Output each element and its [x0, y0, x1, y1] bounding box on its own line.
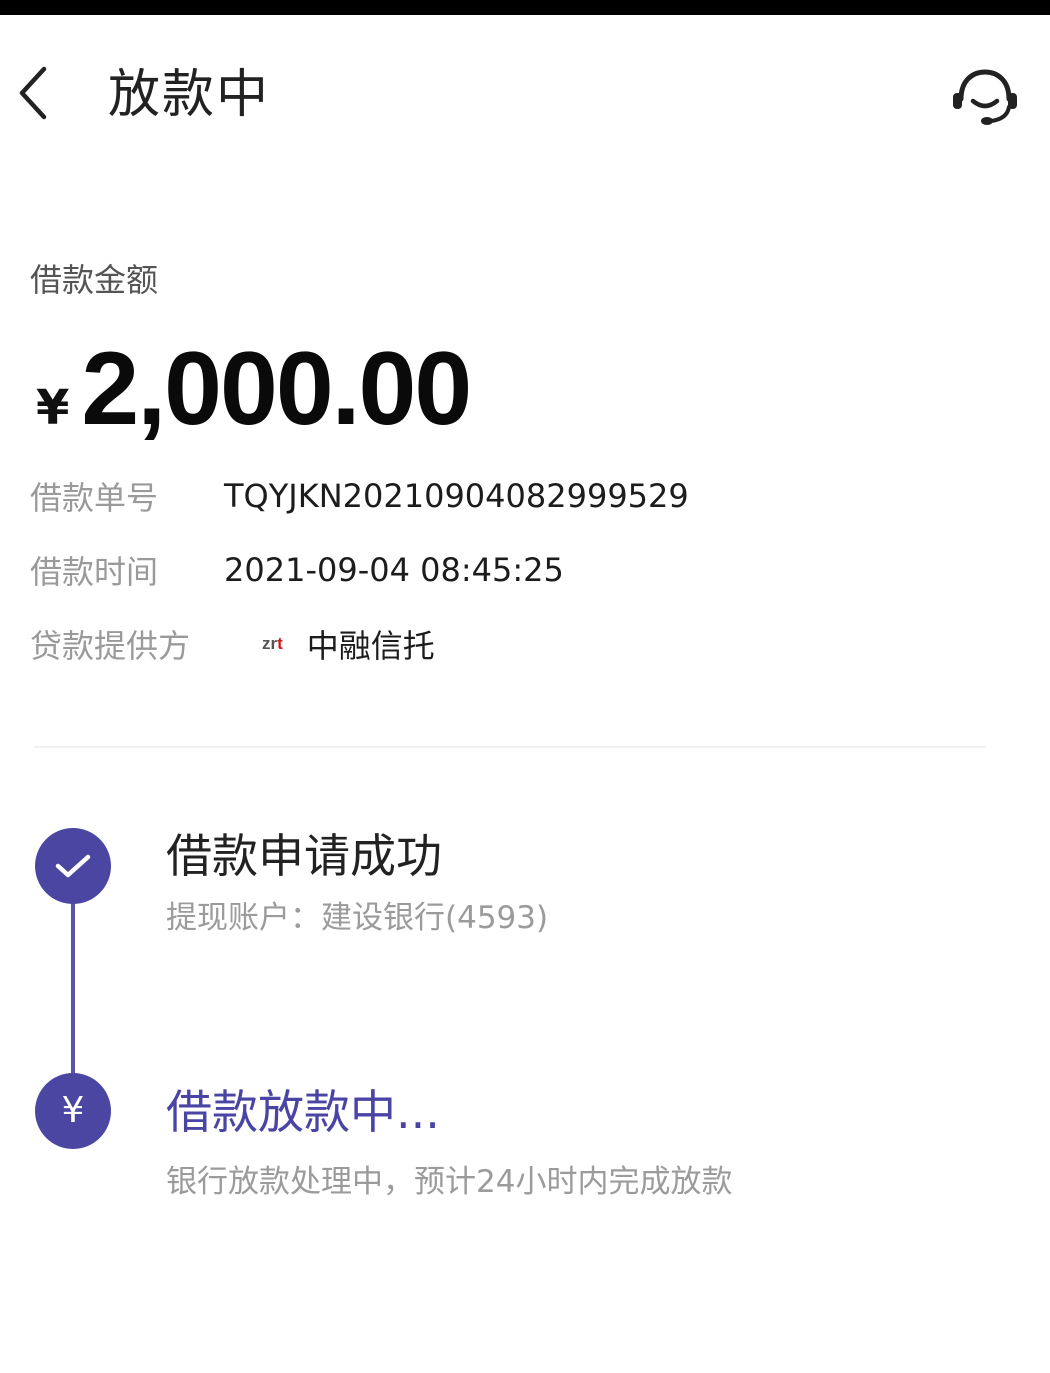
yen-icon: ¥: [61, 1090, 85, 1131]
headset-icon: [953, 69, 1017, 125]
check-icon: [55, 854, 91, 878]
order-number-row: 借款单号 TQYJKN20210904082999529: [30, 474, 689, 518]
provider-logo: zrt: [262, 634, 283, 654]
loan-status-page: 放款中 借款金额 ¥ 2,000.00 借款单号 TQYJKN202109040…: [0, 0, 1050, 1373]
customer-service-button[interactable]: [946, 65, 1024, 131]
loan-time-row: 借款时间 2021-09-04 08:45:25: [30, 548, 564, 592]
loan-time-value: 2021-09-04 08:45:25: [224, 551, 564, 589]
provider-logo-accent: t: [277, 634, 283, 653]
divider: [34, 746, 986, 748]
currency-symbol: ¥: [36, 380, 70, 436]
loan-time-label: 借款时间: [30, 553, 159, 591]
back-button[interactable]: [8, 61, 58, 125]
amount-label: 借款金额: [30, 261, 159, 299]
step-2-subtitle: 银行放款处理中，预计24小时内完成放款: [166, 1164, 733, 1200]
header: 放款中: [0, 15, 1050, 175]
step-completed-dot: [35, 828, 111, 904]
provider-name: 中融信托: [306, 627, 435, 665]
loan-amount: 2,000.00: [81, 331, 472, 447]
chevron-left-icon: [19, 66, 47, 120]
order-number-label: 借款单号: [30, 479, 159, 517]
status-bar: [0, 0, 1050, 15]
amount-display: ¥ 2,000.00: [36, 330, 472, 447]
page-title: 放款中: [108, 65, 271, 125]
step-1-title: 借款申请成功: [166, 829, 442, 883]
provider-label: 贷款提供方: [30, 627, 191, 665]
step-in-progress-dot: ¥: [35, 1073, 111, 1149]
step-1-subtitle: 提现账户：建设银行(4593): [166, 900, 549, 936]
timeline-connector: [71, 900, 75, 1078]
provider-logo-text: zr: [262, 634, 278, 653]
provider-row: 贷款提供方 zrt 中融信托: [30, 622, 435, 666]
order-number-value: TQYJKN20210904082999529: [224, 477, 689, 515]
step-2-title: 借款放款中...: [166, 1085, 440, 1139]
